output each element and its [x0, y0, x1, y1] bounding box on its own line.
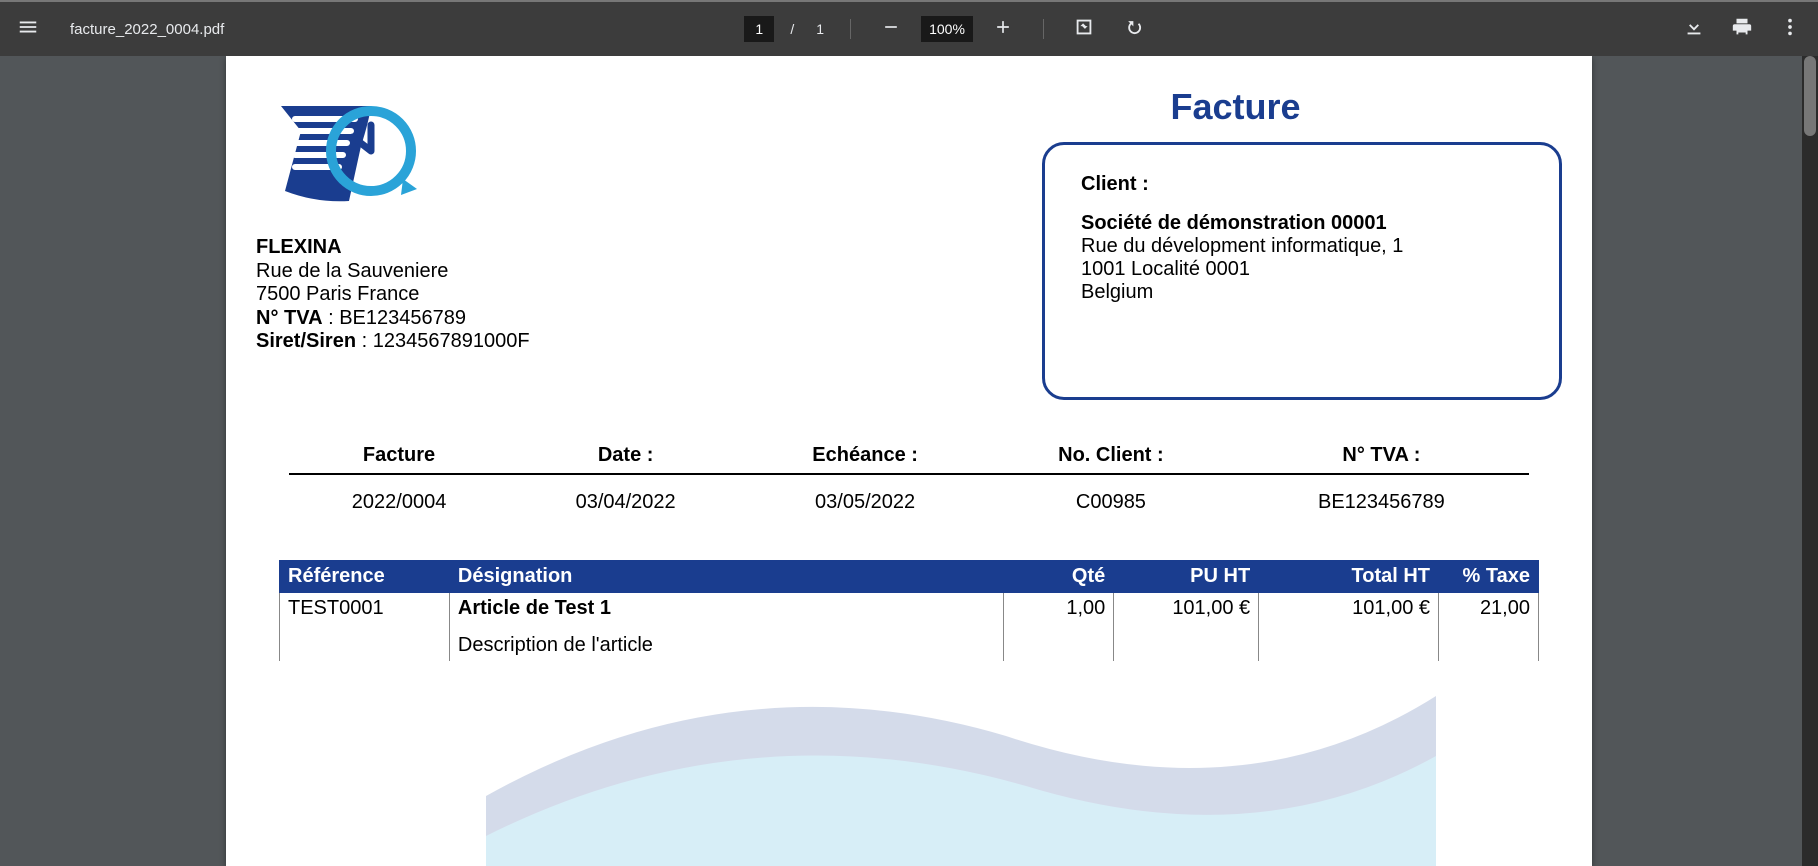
menu-button[interactable]	[8, 9, 48, 49]
print-icon	[1731, 16, 1753, 43]
col-pu: PU HT	[1114, 561, 1259, 593]
meta-h-vat: N° TVA :	[1234, 444, 1529, 474]
divider	[1043, 19, 1044, 39]
col-tax: % Taxe	[1439, 561, 1539, 593]
page-number-input[interactable]	[744, 16, 774, 42]
invoice-meta-table: Facture Date : Echéance : No. Client : N…	[289, 444, 1529, 514]
meta-v-date: 03/04/2022	[509, 474, 742, 514]
company-vat-label: N° TVA	[256, 307, 323, 329]
company-vat-value: BE123456789	[339, 307, 466, 329]
col-total: Total HT	[1259, 561, 1439, 593]
client-label: Client :	[1081, 173, 1523, 196]
page-zoom-controls: / 1	[744, 9, 1154, 49]
zoom-level-input[interactable]	[921, 16, 973, 42]
meta-v-vat: BE123456789	[1234, 474, 1529, 514]
company-logo	[256, 86, 436, 226]
table-row: TEST0001 Article de Test 1 1,00 101,00 €…	[280, 593, 1539, 625]
document-title: Facture	[909, 86, 1562, 128]
company-siret-value: 1234567891000F	[373, 330, 530, 352]
more-vert-icon	[1779, 16, 1801, 43]
meta-h-clientno: No. Client :	[988, 444, 1234, 474]
table-row: Description de l'article	[280, 624, 1539, 661]
scrollbar-thumb[interactable]	[1804, 56, 1816, 136]
page-total: 1	[816, 21, 824, 37]
fit-page-button[interactable]	[1064, 9, 1104, 49]
download-icon	[1683, 16, 1705, 43]
company-siret-label: Siret/Siren	[256, 330, 356, 352]
pdf-page: FLEXINA Rue de la Sauveniere 7500 Paris …	[226, 56, 1592, 866]
col-qty: Qté	[1004, 561, 1114, 593]
fit-page-icon	[1073, 16, 1095, 43]
client-street: Rue du dévelopment informatique, 1	[1081, 235, 1523, 258]
scrollbar[interactable]	[1802, 56, 1818, 866]
meta-h-date: Date :	[509, 444, 742, 474]
items-header-row: Référence Désignation Qté PU HT Total HT…	[280, 561, 1539, 593]
cell-description: Description de l'article	[449, 624, 1003, 661]
logo-icon	[261, 91, 431, 221]
cell-tax: 21,00	[1439, 593, 1539, 625]
meta-value-row: 2022/0004 03/04/2022 03/05/2022 C00985 B…	[289, 474, 1529, 514]
client-box: Client : Société de démonstration 00001 …	[1042, 142, 1562, 400]
company-siret-line: Siret/Siren : 1234567891000F	[256, 330, 909, 354]
meta-v-clientno: C00985	[988, 474, 1234, 514]
zoom-out-button[interactable]	[871, 9, 911, 49]
company-vat-line: N° TVA : BE123456789	[256, 307, 909, 331]
client-city: 1001 Localité 0001	[1081, 258, 1523, 281]
company-name: FLEXINA	[256, 236, 909, 260]
cell-pu: 101,00 €	[1114, 593, 1259, 625]
col-ref: Référence	[280, 561, 450, 593]
rotate-button[interactable]	[1114, 9, 1154, 49]
zoom-in-button[interactable]	[983, 9, 1023, 49]
meta-v-doc: 2022/0004	[289, 474, 509, 514]
rotate-icon	[1123, 16, 1145, 43]
meta-h-due: Echéance :	[742, 444, 988, 474]
more-button[interactable]	[1770, 9, 1810, 49]
line-items-table: Référence Désignation Qté PU HT Total HT…	[279, 560, 1539, 661]
col-desc: Désignation	[449, 561, 1003, 593]
divider	[850, 19, 851, 39]
meta-header-row: Facture Date : Echéance : No. Client : N…	[289, 444, 1529, 474]
cell-name: Article de Test 1	[449, 593, 1003, 625]
plus-icon	[993, 17, 1013, 42]
cell-qty: 1,00	[1004, 593, 1114, 625]
client-name: Société de démonstration 00001	[1081, 212, 1523, 235]
pdf-toolbar: facture_2022_0004.pdf / 1	[0, 0, 1818, 56]
hamburger-icon	[17, 16, 39, 43]
company-city: 7500 Paris France	[256, 283, 909, 307]
cell-ref: TEST0001	[280, 593, 450, 625]
client-country: Belgium	[1081, 281, 1523, 304]
pdf-viewport[interactable]: FLEXINA Rue de la Sauveniere 7500 Paris …	[0, 56, 1818, 866]
page-separator: /	[790, 21, 794, 37]
download-button[interactable]	[1674, 9, 1714, 49]
company-block: FLEXINA Rue de la Sauveniere 7500 Paris …	[256, 86, 909, 400]
meta-v-due: 03/05/2022	[742, 474, 988, 514]
document-filename: facture_2022_0004.pdf	[70, 21, 224, 38]
print-button[interactable]	[1722, 9, 1762, 49]
company-street: Rue de la Sauveniere	[256, 260, 909, 284]
minus-icon	[881, 17, 901, 42]
cell-total: 101,00 €	[1259, 593, 1439, 625]
meta-h-doc: Facture	[289, 444, 509, 474]
